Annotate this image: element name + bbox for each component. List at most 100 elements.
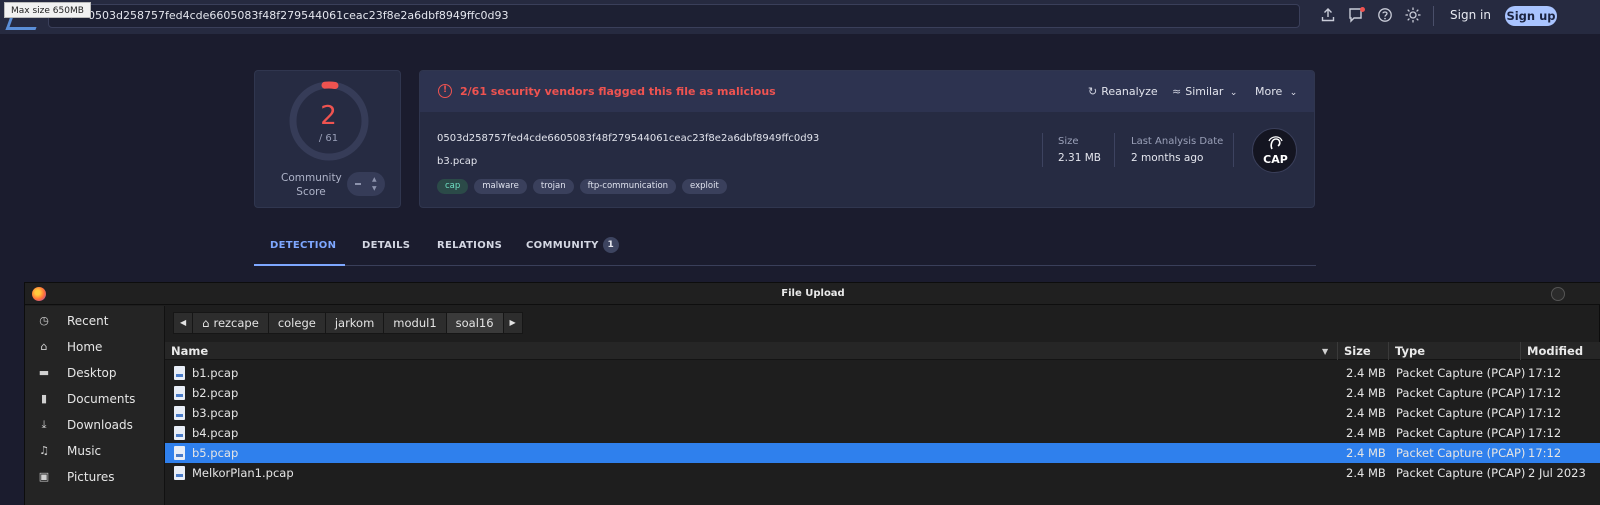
file-icon — [174, 406, 185, 420]
column-type[interactable]: Type — [1395, 344, 1425, 358]
top-bar: Max size 650MB Sign in Sign up — [0, 0, 1600, 34]
path-back-button[interactable]: ◀ — [173, 312, 193, 334]
chevron-left-icon: ◀ — [180, 318, 187, 327]
file-name: b3.pcap — [437, 156, 478, 167]
active-tab-indicator — [254, 264, 345, 266]
upload-icon[interactable] — [1320, 7, 1338, 25]
column-size[interactable]: Size — [1344, 344, 1371, 358]
malicious-flag-text: 2/61 security vendors flagged this file … — [460, 85, 776, 98]
place-label: Pictures — [67, 470, 115, 484]
place-desktop[interactable]: ▬ Desktop — [25, 360, 165, 386]
theme-icon[interactable] — [1405, 7, 1423, 25]
file-size-cell: 2.4 MB — [1346, 426, 1386, 440]
file-upload-dialog: File Upload ◷ Recent ⌂ Home ▬ Desktop ▮ … — [24, 282, 1600, 505]
path-forward-button[interactable]: ▶ — [502, 312, 523, 334]
file-modified-cell: 17:12 — [1528, 446, 1562, 460]
column-divider[interactable] — [1520, 342, 1521, 360]
refresh-icon: ↻ — [1088, 85, 1098, 98]
table-row[interactable]: b3.pcap 2.4 MB Packet Capture (PCAP) 17:… — [165, 403, 1600, 423]
divider — [1233, 133, 1234, 167]
similar-button[interactable]: ≈ Similar ⌄ — [1172, 85, 1237, 98]
places-sidebar: ◷ Recent ⌂ Home ▬ Desktop ▮ Documents ⤓ … — [25, 306, 165, 505]
place-label: Desktop — [67, 366, 117, 380]
table-row[interactable]: MelkorPlan1.pcap 2.4 MB Packet Capture (… — [165, 463, 1600, 483]
chevron-down-icon: ⌄ — [1229, 88, 1238, 98]
more-label: More — [1255, 85, 1283, 98]
community-count-badge: 1 — [602, 237, 619, 253]
help-icon[interactable] — [1377, 7, 1395, 25]
community-score-stepper[interactable]: ▲ ▼ — [347, 172, 385, 196]
tab-detection[interactable]: DETECTION — [270, 240, 336, 251]
file-modified-cell: 17:12 — [1528, 386, 1562, 400]
sort-descending-icon[interactable]: ▼ — [1322, 347, 1328, 356]
more-button[interactable]: More ⌄ — [1255, 85, 1297, 98]
table-row[interactable]: b1.pcap 2.4 MB Packet Capture (PCAP) 17:… — [165, 363, 1600, 383]
chat-icon[interactable] — [1348, 7, 1366, 25]
column-divider[interactable] — [1337, 342, 1338, 360]
place-home[interactable]: ⌂ Home — [25, 334, 165, 360]
tab-details[interactable]: DETAILS — [362, 240, 410, 251]
file-icon — [174, 386, 185, 400]
path-bar: ◀ ⌂ rezcape colege jarkom modul1 soal16 ▶ — [173, 312, 523, 334]
last-analysis-value: 2 months ago — [1131, 152, 1204, 164]
file-name-cell: b3.pcap — [192, 406, 239, 420]
place-recent[interactable]: ◷ Recent — [25, 308, 165, 334]
summary-header: ! 2/61 security vendors flagged this fil… — [420, 71, 1314, 112]
file-size-cell: 2.4 MB — [1346, 406, 1386, 420]
tag[interactable]: trojan — [532, 179, 574, 194]
file-type-cell: Packet Capture (PCAP) — [1396, 386, 1526, 400]
file-hash[interactable]: 0503d258757fed4cde6605083f48f279544061ce… — [437, 133, 819, 144]
file-icon — [174, 466, 185, 480]
file-icon — [174, 426, 185, 440]
file-name-cell: b1.pcap — [192, 366, 239, 380]
file-name-cell: b5.pcap — [192, 446, 239, 460]
file-type-cell: Packet Capture (PCAP) — [1396, 426, 1526, 440]
place-pictures[interactable]: ▣ Pictures — [25, 464, 165, 490]
place-label: Music — [67, 444, 102, 458]
dialog-titlebar[interactable]: File Upload — [25, 283, 1600, 305]
detection-score-card: 2 / 61 Community Score ▲ ▼ — [254, 70, 401, 208]
divider — [1114, 133, 1115, 167]
detection-count: 2 — [320, 101, 337, 131]
path-crumb-colege[interactable]: colege — [267, 312, 325, 334]
file-size-cell: 2.4 MB — [1346, 446, 1386, 460]
table-row[interactable]: b4.pcap 2.4 MB Packet Capture (PCAP) 17:… — [165, 423, 1600, 443]
last-analysis-label: Last Analysis Date — [1131, 136, 1224, 147]
path-crumb-jarkom[interactable]: jarkom — [324, 312, 384, 334]
size-value: 2.31 MB — [1058, 152, 1101, 164]
chevron-right-icon: ▶ — [509, 318, 516, 327]
sign-up-button[interactable]: Sign up — [1505, 6, 1557, 26]
max-size-tooltip: Max size 650MB — [4, 2, 91, 18]
path-crumb-modul1[interactable]: modul1 — [383, 312, 446, 334]
path-crumb-rezcape[interactable]: ⌂ rezcape — [192, 312, 268, 334]
similar-icon: ≈ — [1172, 85, 1182, 98]
tab-relations[interactable]: RELATIONS — [437, 240, 502, 251]
place-music[interactable]: ♫ Music — [25, 438, 165, 464]
toolbar-divider — [1433, 6, 1434, 26]
tag[interactable]: malware — [474, 179, 527, 194]
reanalyze-button[interactable]: ↻ Reanalyze — [1088, 85, 1158, 98]
tag[interactable]: cap — [437, 179, 469, 194]
column-divider[interactable] — [1388, 342, 1389, 360]
table-row[interactable]: b2.pcap 2.4 MB Packet Capture (PCAP) 17:… — [165, 383, 1600, 403]
search-input[interactable] — [88, 6, 1288, 24]
tag[interactable]: ftp-communication — [579, 179, 677, 194]
table-row-selected[interactable]: b5.pcap 2.4 MB Packet Capture (PCAP) 17:… — [165, 443, 1600, 463]
file-summary-card: ! 2/61 security vendors flagged this fil… — [419, 70, 1315, 208]
column-modified[interactable]: Modified — [1527, 344, 1583, 358]
chevron-up-icon[interactable]: ▲ — [372, 176, 377, 183]
place-label: Downloads — [67, 418, 133, 432]
tab-community[interactable]: COMMUNITY 1 — [526, 236, 619, 253]
sign-in-link[interactable]: Sign in — [1450, 8, 1491, 22]
place-label: Documents — [67, 392, 136, 406]
column-name[interactable]: Name — [171, 344, 208, 358]
tag[interactable]: exploit — [682, 179, 727, 194]
place-documents[interactable]: ▮ Documents — [25, 386, 165, 412]
place-downloads[interactable]: ⤓ Downloads — [25, 412, 165, 438]
chevron-down-icon[interactable]: ▼ — [372, 185, 377, 192]
file-list: Name ▼ Size Type Modified b1.pcap 2.4 MB… — [165, 342, 1600, 505]
path-crumb-soal16[interactable]: soal16 — [445, 312, 503, 334]
file-type-cell: Packet Capture (PCAP) — [1396, 446, 1526, 460]
report-tabs: DETECTION DETAILS RELATIONS COMMUNITY 1 — [254, 236, 1316, 266]
window-control-button[interactable] — [1551, 287, 1565, 301]
